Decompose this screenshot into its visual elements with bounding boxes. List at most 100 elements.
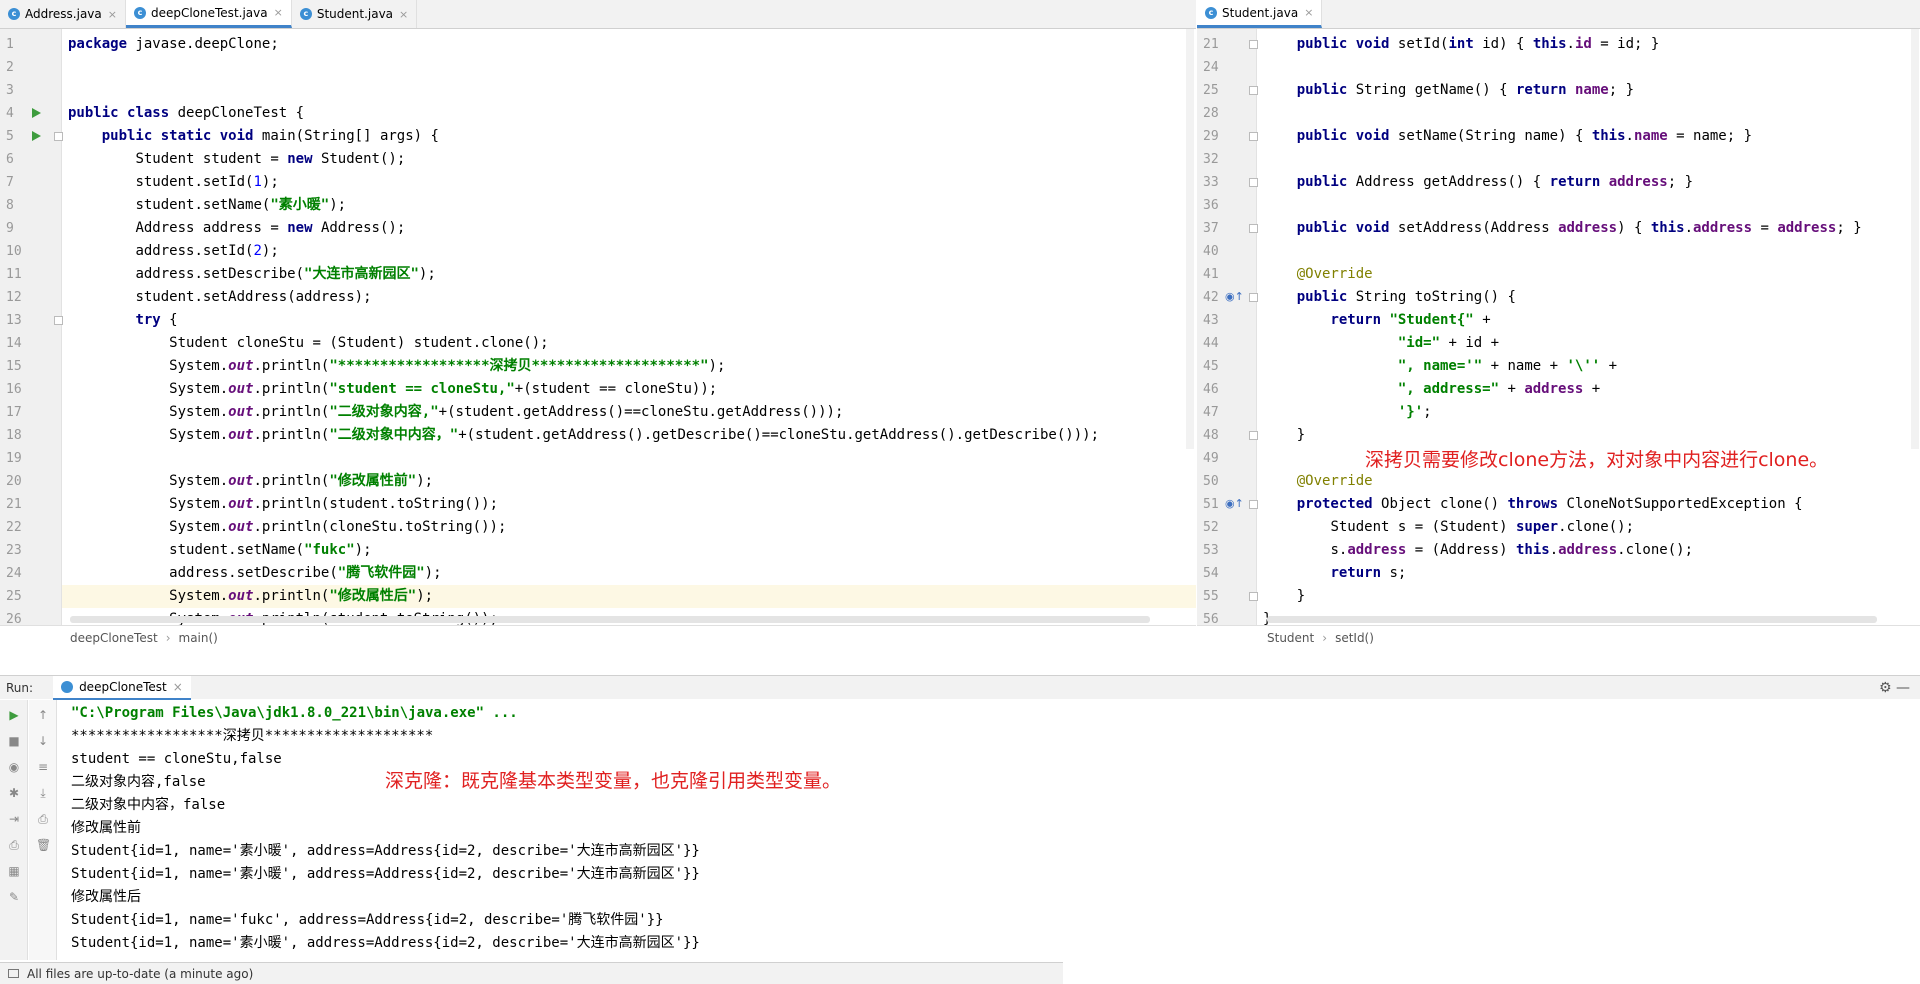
code-line[interactable]: @Override — [1263, 263, 1373, 286]
line-number: 32 — [1203, 152, 1219, 167]
code-line[interactable]: protected Object clone() throws CloneNot… — [1263, 493, 1803, 516]
code-line[interactable]: student.setName("素小暖"); — [68, 194, 346, 217]
close-icon[interactable]: × — [399, 8, 408, 21]
override-method-icon[interactable]: ◉↑ — [1225, 290, 1244, 303]
code-area[interactable]: package javase.deepClone; public class de… — [62, 29, 1196, 625]
code-line[interactable]: "id=" + id + — [1263, 332, 1499, 355]
code-line[interactable]: public void setAddress(Address address) … — [1263, 217, 1862, 240]
code-line[interactable]: System.out.println("******************深拷… — [68, 355, 725, 378]
run-tab-deepclonetest[interactable]: deepCloneTest × — [53, 675, 191, 700]
trash-icon[interactable]: 🗑 — [36, 838, 51, 852]
breadcrumb-class[interactable]: deepCloneTest — [70, 631, 158, 645]
code-line[interactable]: System.out.println(student.toString()); — [68, 493, 498, 516]
vertical-scrollbar[interactable] — [1911, 29, 1919, 449]
horizontal-scrollbar[interactable] — [1267, 616, 1877, 623]
stop-icon[interactable]: ■ — [7, 734, 21, 748]
code-line[interactable]: try { — [68, 309, 177, 332]
code-line[interactable]: System.out.println("二级对象内容,"+(student.ge… — [68, 401, 843, 424]
breadcrumb-method[interactable]: setId() — [1335, 631, 1374, 645]
code-line[interactable]: address.setId(2); — [68, 240, 278, 263]
line-number: 43 — [1203, 313, 1219, 328]
breadcrumb-class[interactable]: Student — [1267, 631, 1314, 645]
status-window-icon[interactable] — [8, 969, 19, 978]
code-line[interactable]: System.out.println("修改属性前"); — [68, 470, 433, 493]
vertical-scrollbar[interactable] — [1186, 29, 1194, 449]
line-number: 7 — [6, 175, 14, 190]
pin-icon[interactable]: ✎ — [7, 890, 21, 904]
arrow-down-icon[interactable]: ↓ — [36, 734, 50, 748]
left-code-editor[interactable]: 1 2 3 4 5 6 7 8 9 10 11 12 13 14 15 16 17 18 19 20 21 22 23 24 2… — [0, 29, 1196, 649]
code-line[interactable]: Student s = (Student) super.clone(); — [1263, 516, 1634, 539]
tab-student-java[interactable]: c Student.java × — [292, 0, 418, 28]
code-line[interactable]: '}'; — [1263, 401, 1432, 424]
line-number: 9 — [6, 221, 14, 236]
scroll-to-end-icon[interactable]: ⤓ — [36, 786, 50, 800]
run-gutter-icon[interactable] — [32, 108, 41, 118]
code-line[interactable]: public void setName(String name) { this.… — [1263, 125, 1752, 148]
code-line[interactable]: public static void main(String[] args) { — [68, 125, 439, 148]
code-line[interactable]: } — [1263, 585, 1305, 608]
close-icon[interactable]: × — [108, 8, 117, 21]
debug-icon[interactable]: ✱ — [7, 786, 21, 800]
camera-icon[interactable]: ◉ — [7, 760, 21, 774]
code-line[interactable]: System.out.println("student == cloneStu,… — [68, 378, 717, 401]
code-line[interactable]: System.out.println(cloneStu.toString()); — [68, 516, 506, 539]
run-gutter-icon[interactable] — [32, 131, 41, 141]
settings-icon[interactable]: ⚙ — — [1879, 680, 1910, 696]
code-line[interactable]: public String toString() { — [1263, 286, 1516, 309]
arrow-up-icon[interactable]: ↑ — [36, 708, 50, 722]
code-line[interactable]: public class deepCloneTest { — [68, 102, 304, 125]
code-line[interactable]: System.out.println("修改属性后"); — [68, 585, 433, 608]
chevron-right-icon: › — [165, 630, 171, 645]
console-output-line: student == cloneStu,false — [71, 751, 282, 767]
tab-label: Address.java — [25, 7, 102, 21]
code-area[interactable]: public void setId(int id) { this.id = id… — [1257, 29, 1920, 625]
tab-label: deepCloneTest.java — [150, 5, 268, 20]
code-line[interactable]: s.address = (Address) this.address.clone… — [1263, 539, 1693, 562]
rerun-icon[interactable]: ▶ — [7, 708, 21, 722]
code-line[interactable]: public String getName() { return name; } — [1263, 79, 1634, 102]
tab-address-java[interactable]: c Address.java × — [0, 0, 126, 28]
horizontal-scrollbar[interactable] — [70, 616, 1150, 623]
layout-icon[interactable]: ▦ — [7, 864, 21, 878]
code-line[interactable]: @Override — [1263, 470, 1373, 493]
code-line[interactable]: public Address getAddress() { return add… — [1263, 171, 1693, 194]
line-number: 14 — [6, 336, 22, 351]
code-line[interactable]: ", address=" + address + — [1263, 378, 1600, 401]
breadcrumb: Student › setId() — [1197, 625, 1920, 649]
line-number: 18 — [6, 428, 22, 443]
tab-student-java-right[interactable]: c Student.java × — [1197, 0, 1323, 28]
code-line[interactable]: ", name='" + name + '\'' + — [1263, 355, 1617, 378]
override-method-icon[interactable]: ◉↑ — [1225, 497, 1244, 510]
code-line[interactable]: Student cloneStu = (Student) student.clo… — [68, 332, 548, 355]
close-icon[interactable]: × — [274, 6, 283, 19]
console-output[interactable]: 深克隆：既克隆基本类型变量，也克隆引用类型变量。 "C:\Program Fil… — [58, 700, 1920, 960]
code-line[interactable]: return "Student{" + — [1263, 309, 1490, 332]
code-line[interactable]: Student student = new Student(); — [68, 148, 405, 171]
code-line[interactable]: address.setDescribe("大连市高新园区"); — [68, 263, 435, 286]
soft-wrap-icon[interactable]: ≡ — [36, 760, 50, 774]
print-icon[interactable]: ⎙ — [36, 812, 50, 826]
code-line[interactable]: student.setName("fukc"); — [68, 539, 371, 562]
tab-deepclonetest-java[interactable]: c deepCloneTest.java × — [125, 0, 292, 28]
code-line[interactable]: return s; — [1263, 562, 1406, 585]
run-panel-header: Run: deepCloneTest × ⚙ — — [0, 675, 1920, 700]
right-code-editor[interactable]: 21 24 25 28 29 32 33 36 37 40 41 42 43 44 45 46 47 48 49 50… — [1197, 29, 1920, 649]
code-line[interactable]: student.setId(1); — [68, 171, 278, 194]
code-line[interactable]: System.out.println("二级对象中内容，"+(student.g… — [68, 424, 1099, 447]
code-line[interactable]: package javase.deepClone; — [68, 33, 279, 56]
code-line[interactable]: address.setDescribe("腾飞软件园"); — [68, 562, 441, 585]
code-line[interactable]: } — [1263, 424, 1305, 447]
line-number: 36 — [1203, 198, 1219, 213]
code-line[interactable]: student.setAddress(address); — [68, 286, 371, 309]
code-line[interactable]: public void setId(int id) { this.id = id… — [1263, 33, 1660, 56]
close-icon[interactable]: × — [173, 680, 183, 694]
line-number: 49 — [1203, 451, 1219, 466]
code-line[interactable]: Address address = new Address(); — [68, 217, 405, 240]
breadcrumb-method[interactable]: main() — [179, 631, 218, 645]
console-output-line: Student{id=1, name='素小暖', address=Addres… — [71, 935, 700, 951]
console-output-line: 二级对象内容,false — [71, 774, 206, 790]
print-icon[interactable]: ⎙ — [7, 838, 21, 852]
exit-icon[interactable]: ⇥ — [7, 812, 21, 826]
close-icon[interactable]: × — [1304, 6, 1313, 19]
